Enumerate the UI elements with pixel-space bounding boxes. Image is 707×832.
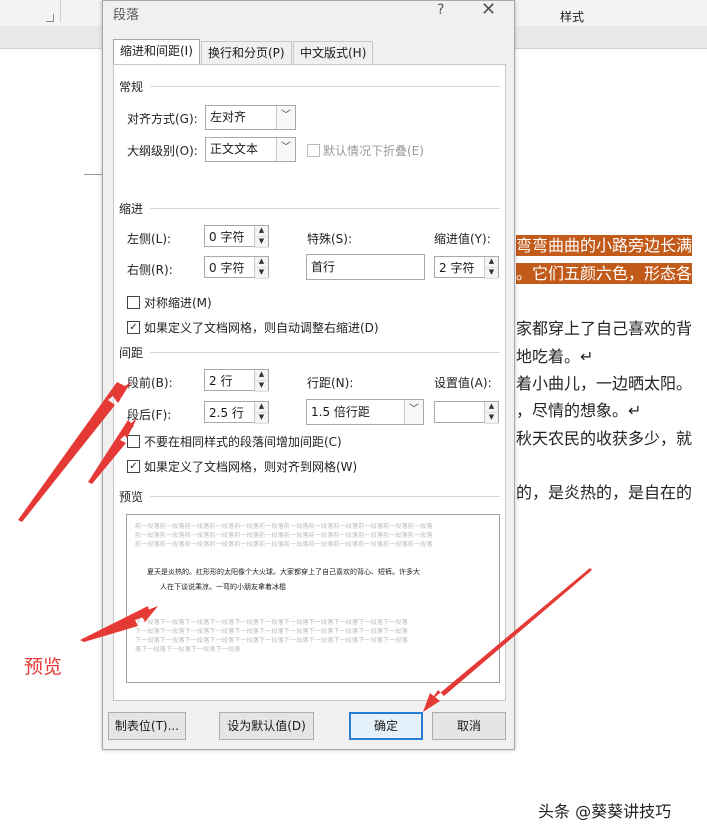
annotation-label: 预览 [24,656,63,678]
arrow-preview [80,606,150,642]
arrowhead-icon [140,606,158,622]
watermark: 头条 @葵葵讲技巧 [538,802,672,821]
annotation-arrows [18,382,592,712]
arrowhead-icon [423,693,440,712]
arrow-ok [426,568,592,708]
